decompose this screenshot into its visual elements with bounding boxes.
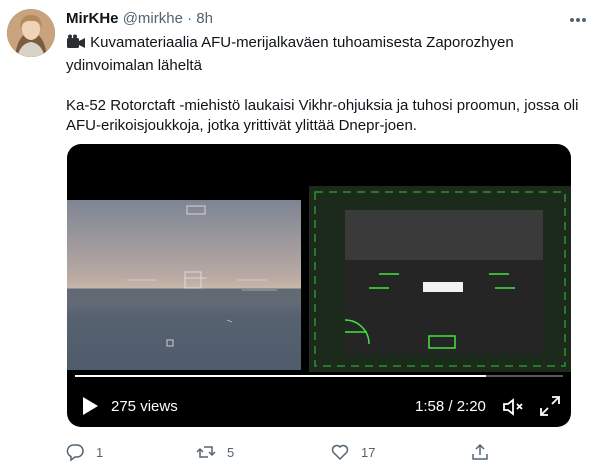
video-duration: 1:58 / 2:20 <box>415 398 486 415</box>
reply-count: 1 <box>96 444 104 460</box>
retweet-count: 5 <box>227 444 235 460</box>
video-frame-left <box>67 200 301 370</box>
play-icon[interactable] <box>81 396 99 416</box>
like-button[interactable]: 17 <box>330 440 375 464</box>
volume-icon[interactable] <box>501 395 525 419</box>
avatar-image <box>7 9 55 57</box>
video-progress-bar[interactable] <box>75 375 563 377</box>
more-icon[interactable] <box>566 10 590 30</box>
video-camera-icon <box>66 34 86 56</box>
fullscreen-icon[interactable] <box>539 395 561 417</box>
share-icon <box>472 443 488 460</box>
video-progress-fill <box>75 375 487 377</box>
author-name[interactable]: MirKHe <box>66 10 119 27</box>
tweet-header: MirKHe @mirkhe · 8h <box>66 10 213 27</box>
tweet-time[interactable]: 8h <box>196 10 213 27</box>
video-frame-right <box>309 186 571 372</box>
tweet-actions: 1 5 17 <box>60 440 540 464</box>
tweet[interactable]: MirKHe @mirkhe · 8h Kuvamateriaalia AFU-… <box>0 0 597 472</box>
tweet-text-line2: Ka-52 Rotorctaft -miehistö laukaisi Vikh… <box>66 97 579 134</box>
reply-button[interactable]: 1 <box>65 440 103 464</box>
tweet-text-line1: Kuvamateriaalia AFU-merijalkaväen tuhoam… <box>66 34 514 74</box>
like-icon <box>331 444 349 461</box>
reply-icon <box>66 444 84 462</box>
header-separator: · <box>187 10 193 27</box>
like-count: 17 <box>361 444 376 460</box>
tweet-text: Kuvamateriaalia AFU-merijalkaväen tuhoam… <box>66 33 586 136</box>
avatar[interactable] <box>7 9 55 57</box>
author-handle[interactable]: @mirkhe <box>123 10 183 27</box>
video-views: 275 views <box>111 398 178 415</box>
share-button[interactable] <box>470 440 490 464</box>
video-player[interactable]: 275 views 1:58 / 2:20 <box>67 144 571 427</box>
retweet-button[interactable]: 5 <box>196 440 234 464</box>
retweet-icon <box>196 446 216 458</box>
